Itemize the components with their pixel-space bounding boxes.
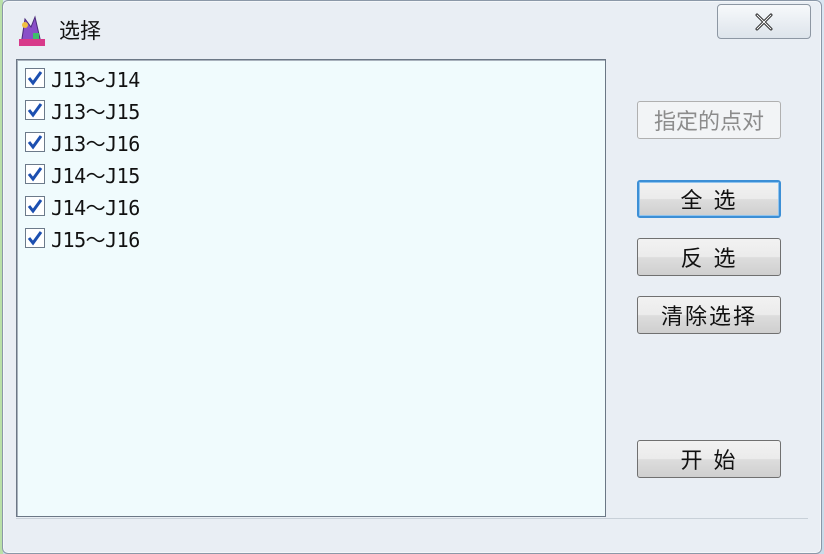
checkmark-icon — [27, 231, 43, 246]
select-dialog: 选择 J13～J14 J13～J15 J13～J16 J14～J15 J14～J… — [2, 0, 822, 554]
list-item-label: J14～J16 — [51, 195, 140, 220]
close-icon — [755, 13, 773, 30]
checkbox[interactable] — [25, 68, 45, 88]
pair-list[interactable]: J13～J14 J13～J15 J13～J16 J14～J15 J14～J16 — [16, 59, 606, 517]
checkbox[interactable] — [25, 100, 45, 120]
list-item[interactable]: J14～J16 — [25, 192, 140, 220]
checkbox[interactable] — [25, 132, 45, 152]
list-item[interactable]: J15～J16 — [25, 224, 140, 252]
checkmark-icon — [27, 135, 43, 150]
checkbox[interactable] — [25, 228, 45, 248]
window-title: 选择 — [59, 19, 101, 43]
list-item[interactable]: J13～J14 — [25, 64, 140, 92]
select-all-button[interactable]: 全 选 — [637, 180, 781, 218]
list-item-label: J13～J16 — [51, 131, 140, 156]
start-button[interactable]: 开 始 — [637, 440, 781, 478]
close-button[interactable] — [717, 4, 811, 39]
checkmark-icon — [27, 103, 43, 118]
status-bar — [16, 518, 808, 539]
clear-selection-button[interactable]: 清除选择 — [637, 296, 781, 334]
list-item-label: J13～J15 — [51, 99, 140, 124]
list-item-label: J14～J15 — [51, 163, 140, 188]
list-item[interactable]: J13～J15 — [25, 96, 140, 124]
specified-pairs-button[interactable]: 指定的点对 — [637, 101, 781, 139]
app-icon — [19, 15, 45, 46]
list-item-label: J13～J14 — [51, 67, 140, 92]
invert-selection-button[interactable]: 反 选 — [637, 238, 781, 276]
checkmark-icon — [27, 167, 43, 182]
checkbox[interactable] — [25, 164, 45, 184]
checkmark-icon — [27, 199, 43, 214]
list-item-label: J15～J16 — [51, 227, 140, 252]
list-item[interactable]: J13～J16 — [25, 128, 140, 156]
checkbox[interactable] — [25, 196, 45, 216]
checkmark-icon — [27, 71, 43, 86]
title-bar[interactable]: 选择 — [3, 1, 821, 57]
list-item[interactable]: J14～J15 — [25, 160, 140, 188]
